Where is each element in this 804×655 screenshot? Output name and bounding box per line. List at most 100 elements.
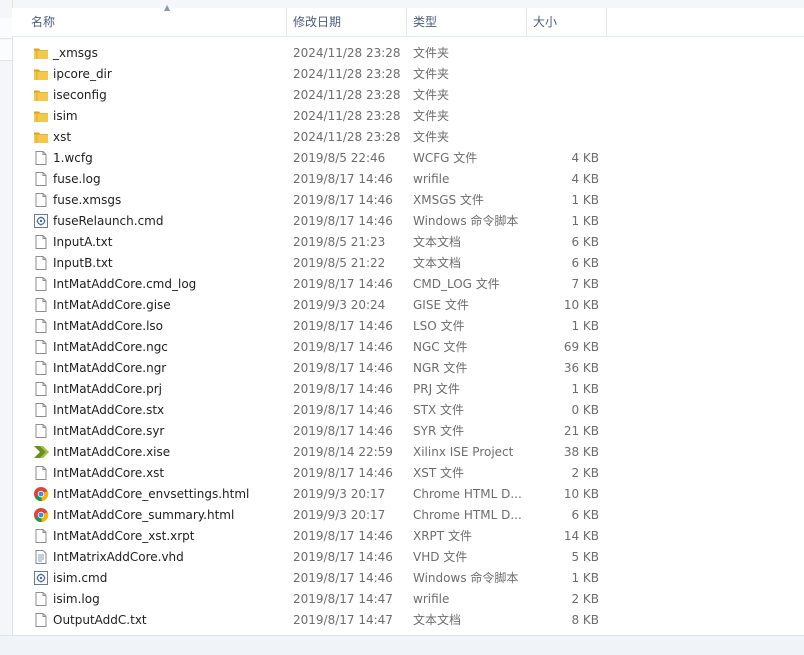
file-row[interactable]: fuseRelaunch.cmd 2019/8/17 14:46 Windows… [0,211,804,232]
file-name: InputB.txt [53,256,113,270]
file-row[interactable]: isim.log 2019/8/17 14:47 wrifile 2 KB [0,589,804,610]
file-row[interactable]: IntMatAddCore.gise 2019/9/3 20:24 GISE 文… [0,295,804,316]
file-name: iseconfig [53,88,107,102]
file-icon [33,339,49,355]
file-type: XMSGS 文件 [413,193,484,207]
file-modified-date: 2024/11/28 23:28 [293,88,401,102]
file-name: IntMatAddCore.ngc [53,340,168,354]
file-modified-date: 2019/9/3 20:24 [293,298,386,312]
file-name: IntMatAddCore.stx [53,403,165,417]
file-modified-date: 2019/8/17 14:46 [293,529,393,543]
file-icon [33,381,49,397]
file-size: 14 KB [563,529,599,543]
file-icon [33,360,49,376]
file-modified-date: 2019/8/17 14:46 [293,571,393,585]
file-row[interactable]: IntMatAddCore.syr 2019/8/17 14:46 SYR 文件… [0,421,804,442]
folder-icon [33,108,49,124]
file-modified-date: 2019/8/17 14:46 [293,193,393,207]
file-row[interactable]: fuse.log 2019/8/17 14:46 wrifile 4 KB [0,169,804,190]
file-size: 38 KB [563,445,599,459]
file-row[interactable]: IntMatAddCore.lso 2019/8/17 14:46 LSO 文件… [0,316,804,337]
file-modified-date: 2024/11/28 23:28 [293,109,401,123]
file-name: 1.wcfg [53,151,93,165]
file-size: 2 KB [571,466,599,480]
file-name: IntMatrixAddCore.vhd [53,550,184,564]
file-row[interactable]: IntMatAddCore.ngr 2019/8/17 14:46 NGR 文件… [0,358,804,379]
file-type: GISE 文件 [413,298,469,312]
xilinx-icon [33,444,49,460]
file-name: IntMatAddCore.prj [53,382,162,396]
file-row[interactable]: IntMatAddCore.stx 2019/8/17 14:46 STX 文件… [0,400,804,421]
file-name: isim [53,109,78,123]
nav-pane-cell[interactable] [0,18,12,39]
file-row[interactable]: isim.cmd 2019/8/17 14:46 Windows 命令脚本 1 … [0,568,804,589]
file-row[interactable]: IntMatAddCore.ngc 2019/8/17 14:46 NGC 文件… [0,337,804,358]
file-size: 7 KB [571,277,599,291]
file-row[interactable]: xst 2024/11/28 23:28 文件夹 [0,127,804,148]
file-icon [33,528,49,544]
file-modified-date: 2019/8/17 14:46 [293,361,393,375]
file-row[interactable]: isim 2024/11/28 23:28 文件夹 [0,106,804,127]
file-size: 8 KB [571,613,599,627]
file-row[interactable]: iseconfig 2024/11/28 23:28 文件夹 [0,85,804,106]
file-list: _xmsgs 2024/11/28 23:28 文件夹 ipcore_dir 2… [0,43,804,631]
file-row[interactable]: IntMatAddCore.prj 2019/8/17 14:46 PRJ 文件… [0,379,804,400]
file-size: 1 KB [571,319,599,333]
script-icon [33,213,49,229]
file-modified-date: 2019/8/17 14:46 [293,214,393,228]
column-header-bar: ▲ 名称 修改日期 类型 大小 [12,3,804,37]
column-header-type[interactable]: 类型 [407,8,527,36]
folder-icon [33,66,49,82]
file-modified-date: 2019/8/17 14:46 [293,466,393,480]
file-modified-date: 2019/8/17 14:46 [293,424,393,438]
file-size: 1 KB [571,571,599,585]
file-icon [33,276,49,292]
file-icon [33,465,49,481]
status-bar [0,635,804,655]
file-type: Windows 命令脚本 [413,571,519,585]
file-row[interactable]: IntMatAddCore.cmd_log 2019/8/17 14:46 CM… [0,274,804,295]
chrome-icon [33,507,49,523]
folder-icon [33,129,49,145]
file-size: 1 KB [571,214,599,228]
file-size: 6 KB [571,235,599,249]
file-row[interactable]: 1.wcfg 2019/8/5 22:46 WCFG 文件 4 KB [0,148,804,169]
file-icon [33,318,49,334]
file-name: isim.log [53,592,100,606]
file-type: 文件夹 [413,46,450,60]
file-name: IntMatAddCore_xst.xrpt [53,529,195,543]
file-row[interactable]: InputA.txt 2019/8/5 21:23 文本文档 6 KB [0,232,804,253]
file-size: 69 KB [563,340,599,354]
file-explorer-window: ▲ 名称 修改日期 类型 大小 _xmsgs 2024/11/28 23:28 … [0,0,804,655]
file-type: 文本文档 [413,256,462,270]
file-row[interactable]: IntMatAddCore_summary.html 2019/9/3 20:1… [0,505,804,526]
file-type: LSO 文件 [413,319,465,333]
file-row[interactable]: IntMatrixAddCore.vhd 2019/8/17 14:46 VHD… [0,547,804,568]
file-row[interactable]: IntMatAddCore_xst.xrpt 2019/8/17 14:46 X… [0,526,804,547]
column-header-date[interactable]: 修改日期 [287,8,407,36]
file-row[interactable]: IntMatAddCore.xst 2019/8/17 14:46 XST 文件… [0,463,804,484]
file-modified-date: 2019/8/5 21:22 [293,256,386,270]
file-row[interactable]: InputB.txt 2019/8/5 21:22 文本文档 6 KB [0,253,804,274]
file-type: WCFG 文件 [413,151,478,165]
file-icon [33,192,49,208]
file-name: isim.cmd [53,571,108,585]
file-icon [33,591,49,607]
file-modified-date: 2024/11/28 23:28 [293,67,401,81]
file-icon [33,297,49,313]
file-size: 36 KB [563,361,599,375]
column-header-size[interactable]: 大小 [527,8,607,36]
file-row[interactable]: _xmsgs 2024/11/28 23:28 文件夹 [0,43,804,64]
file-name: IntMatAddCore.xise [53,445,171,459]
file-row[interactable]: OutputAddC.txt 2019/8/17 14:47 文本文档 8 KB [0,610,804,631]
file-row[interactable]: IntMatAddCore.xise 2019/8/14 22:59 Xilin… [0,442,804,463]
file-row[interactable]: ipcore_dir 2024/11/28 23:28 文件夹 [0,64,804,85]
file-modified-date: 2019/8/5 22:46 [293,151,386,165]
file-name: IntMatAddCore_envsettings.html [53,487,250,501]
file-name: _xmsgs [53,46,98,60]
file-icon [33,171,49,187]
file-modified-date: 2019/8/17 14:47 [293,613,393,627]
file-row[interactable]: IntMatAddCore_envsettings.html 2019/9/3 … [0,484,804,505]
column-header-name[interactable]: ▲ 名称 [25,3,287,36]
file-row[interactable]: fuse.xmsgs 2019/8/17 14:46 XMSGS 文件 1 KB [0,190,804,211]
